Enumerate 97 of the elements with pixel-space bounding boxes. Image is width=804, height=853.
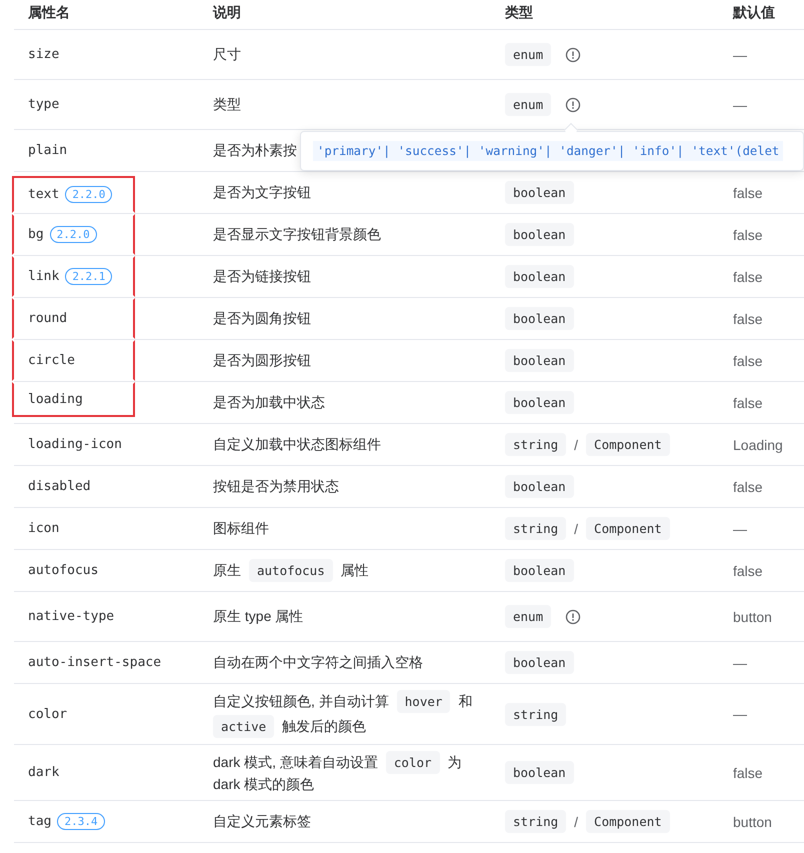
default-value: false <box>733 764 763 780</box>
type-separator: / <box>574 436 578 452</box>
code-tag: boolean <box>505 181 574 204</box>
description-text: 自动在两个中文字符之间插入空格 <box>213 654 423 672</box>
code-tag: boolean <box>505 391 574 414</box>
code-tag: enum <box>505 93 552 116</box>
description-text: 属性 <box>340 562 369 580</box>
description-text: 是否为文字按钮 <box>213 184 311 202</box>
code-tag: enum <box>505 605 552 628</box>
property-name: autofocus <box>28 563 98 578</box>
description-text: 为 <box>448 754 462 772</box>
description-text: 自定义加载中状态图标组件 <box>213 436 381 454</box>
code-tag: boolean <box>505 349 574 372</box>
code-tag: Component <box>586 433 670 456</box>
code-tag: boolean <box>505 651 574 674</box>
tooltip-text: 'primary'| 'success'| 'warning'| 'danger'| 'info'| 'text'(delet <box>313 141 784 161</box>
property-name: loading <box>28 392 83 407</box>
property-name: loading-icon <box>28 437 122 452</box>
default-value: Loading <box>733 436 783 452</box>
description-text: dark 模式的颜色 <box>213 776 314 794</box>
default-value: — <box>733 96 747 112</box>
property-name: dark <box>28 765 60 780</box>
code-tag: active <box>213 715 274 738</box>
description-text: 是否为加载中状态 <box>213 394 325 412</box>
default-value: false <box>733 184 763 200</box>
property-name: native-type <box>28 609 114 624</box>
description-text: 是否为朴素按 <box>213 142 297 160</box>
description-text: 图标组件 <box>213 520 269 538</box>
property-name: tag <box>28 814 52 829</box>
property-name: color <box>28 706 68 722</box>
default-value: false <box>733 394 763 410</box>
type-separator: / <box>574 520 578 536</box>
code-tag: boolean <box>505 475 574 498</box>
info-icon[interactable] <box>565 608 582 624</box>
default-value: false <box>733 478 763 494</box>
description-text: 是否显示文字按钮背景颜色 <box>213 226 381 244</box>
description-text: 原生 type 属性 <box>213 608 304 626</box>
property-name: type <box>28 97 60 112</box>
description-text: 是否为链接按钮 <box>213 268 311 286</box>
description-text: 自定义元素标签 <box>213 812 311 830</box>
description-text: 类型 <box>213 96 241 114</box>
version-badge: 2.3.4 <box>57 813 105 830</box>
default-value: — <box>733 654 747 670</box>
code-tag: color <box>386 751 440 774</box>
description-text: 和 <box>458 692 472 710</box>
column-header: 说明 <box>212 3 242 22</box>
property-name: text <box>28 187 60 202</box>
description-text: 是否为圆形按钮 <box>213 352 311 370</box>
property-name: link <box>28 269 60 284</box>
code-tag: boolean <box>505 559 574 582</box>
code-tag: boolean <box>505 223 574 246</box>
column-header: 属性名 <box>27 3 71 22</box>
column-header: 类型 <box>504 3 534 22</box>
code-tag: boolean <box>505 265 574 288</box>
property-name: disabled <box>28 479 91 494</box>
code-tag: Component <box>586 810 670 833</box>
description-text: 自定义按钮颜色, 并自动计算 <box>213 692 389 710</box>
default-value: false <box>733 352 763 368</box>
code-tag: autofocus <box>249 559 333 582</box>
code-tag: string <box>505 702 566 726</box>
type-separator: / <box>574 814 578 830</box>
default-value: — <box>733 46 747 62</box>
default-value: button <box>733 608 772 624</box>
description-text: 触发后的颜色 <box>282 718 366 736</box>
code-tag: string <box>505 517 566 540</box>
default-value: — <box>733 706 747 722</box>
code-tag: hover <box>396 690 450 713</box>
version-badge: 2.2.0 <box>65 186 112 203</box>
default-value: false <box>733 310 763 326</box>
property-name: round <box>28 311 68 326</box>
version-badge: 2.2.1 <box>65 268 112 285</box>
info-icon[interactable] <box>565 46 582 62</box>
description-text: 是否为圆角按钮 <box>213 310 311 328</box>
property-name: bg <box>28 227 44 242</box>
description-text: 尺寸 <box>213 46 241 64</box>
code-tag: enum <box>505 43 552 66</box>
property-name: plain <box>28 143 68 158</box>
description-text: 原生 <box>213 562 241 580</box>
property-name: auto-insert-space <box>28 655 162 670</box>
code-tag: boolean <box>505 307 574 330</box>
column-header: 默认值 <box>732 3 776 22</box>
code-tag: boolean <box>505 761 574 784</box>
info-icon[interactable] <box>565 96 582 112</box>
property-name: circle <box>28 353 75 368</box>
default-value: false <box>733 226 763 242</box>
property-name: icon <box>28 521 60 536</box>
default-value: — <box>733 520 747 536</box>
code-tag: Component <box>586 517 670 540</box>
code-tag: string <box>505 810 566 833</box>
version-badge: 2.2.0 <box>50 226 97 243</box>
code-tag: string <box>505 433 566 456</box>
default-value: button <box>733 814 772 830</box>
default-value: false <box>733 268 763 284</box>
default-value: false <box>733 562 763 578</box>
description-text: dark 模式, 意味着自动设置 <box>213 754 378 772</box>
description-text: 按钮是否为禁用状态 <box>213 478 339 496</box>
property-name: size <box>28 47 60 62</box>
